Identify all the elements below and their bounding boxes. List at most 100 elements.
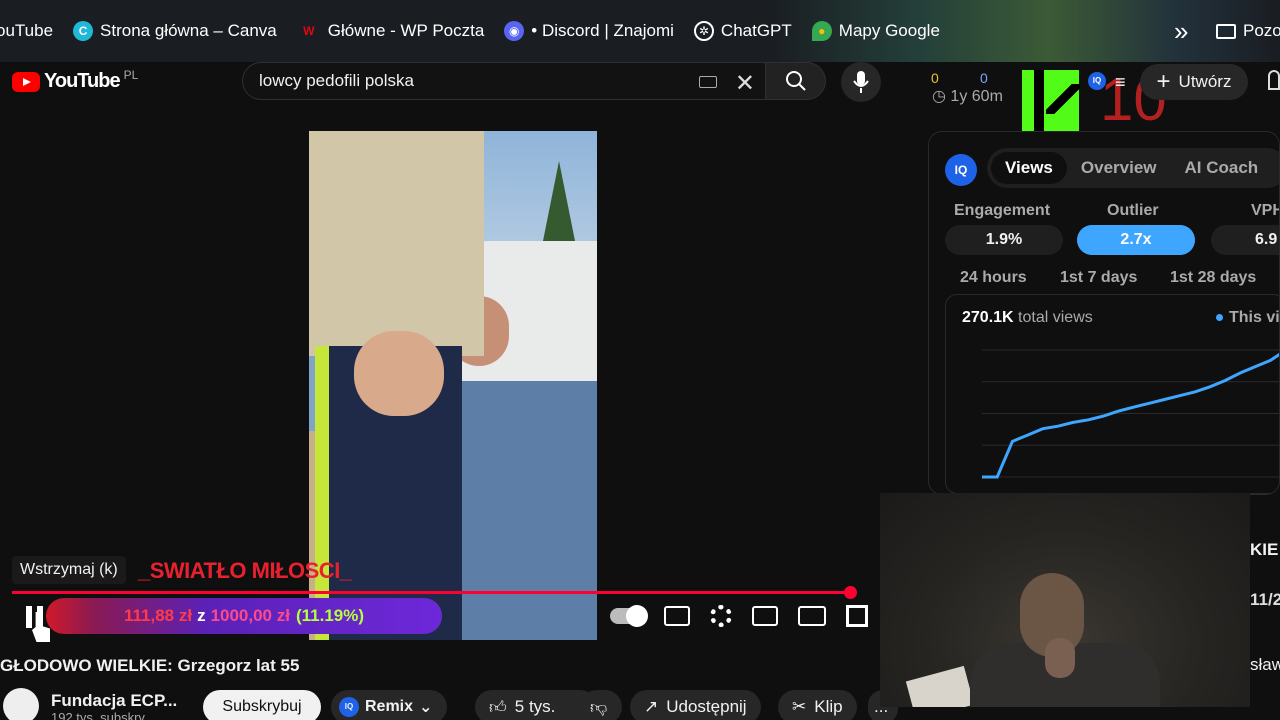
subscriber-count: 192 tys. subskry [51, 710, 145, 720]
voice-search-button[interactable] [841, 62, 881, 102]
bookmark-google-maps[interactable]: ● Mapy Google [811, 21, 940, 41]
metric-label-outlier: Outlier [1107, 202, 1159, 219]
scrubber-handle[interactable] [844, 586, 857, 599]
maps-pin-icon: ● [811, 21, 832, 41]
folder-icon [1216, 23, 1236, 39]
bookmarks-overflow-button[interactable]: » [1174, 16, 1188, 47]
share-label: Udostępnij [666, 697, 747, 716]
pause-tooltip: Wstrzymaj (k) [12, 556, 126, 584]
metric-outlier: 2.7x [1077, 225, 1195, 255]
bookmark-discord[interactable]: ◉ • Discord | Znajomi [504, 21, 674, 41]
search-icon [785, 71, 806, 91]
like-count: 5 tys. [514, 697, 556, 716]
bookmark-label: Strona główna – Canva [100, 21, 277, 40]
range-28d[interactable]: 1st 28 days [1170, 269, 1256, 287]
bookmark-label: Główne - WP Poczta [327, 21, 485, 40]
miniplayer-icon[interactable] [752, 606, 778, 626]
range-24h[interactable]: 24 hours [960, 269, 1027, 287]
share-icon: ↗ [644, 697, 659, 716]
chatgpt-icon: ✲ [693, 21, 714, 41]
stat-right-value: 0 [980, 70, 988, 86]
donation-separator: z [197, 606, 206, 625]
chevron-double-right-icon: » [1174, 15, 1189, 46]
tab-views[interactable]: Views [991, 152, 1067, 184]
channel-name[interactable]: Fundacja ECP... [51, 691, 177, 711]
dislike-button[interactable]: 👎︎ [580, 690, 622, 720]
views-chart: 270.1K total views This vi [945, 294, 1279, 494]
bookmark-wp-poczta[interactable]: W Główne - WP Poczta [297, 21, 485, 41]
theater-mode-icon[interactable] [798, 606, 826, 626]
autoplay-toggle[interactable] [610, 605, 648, 627]
bookmark-label: Mapy Google [838, 21, 940, 40]
clip-label: Klip [814, 697, 843, 716]
like-button[interactable]: 👍︎ 5 tys. [475, 690, 597, 720]
donation-amount: 111,88 zł [123, 606, 193, 625]
clear-icon[interactable]: ✕ [735, 69, 755, 98]
views-line-chart [982, 349, 1279, 479]
webcam-overlay [880, 493, 1250, 707]
subtitles-icon[interactable] [664, 606, 690, 626]
stat-time: 1y 60m [950, 88, 1003, 105]
sidebar-text-c: sław [1250, 655, 1280, 674]
handcuffs [354, 331, 444, 416]
clip-button[interactable]: ✂ Klip [778, 690, 857, 720]
bookmark-canva[interactable]: C Strona główna – Canva [73, 21, 277, 41]
canva-icon: C [73, 21, 94, 41]
remix-button[interactable]: IQ Remix ⌄ [331, 690, 447, 720]
overlay-title: _SWIATŁO MIŁOSCI_ [138, 558, 352, 583]
range-7d[interactable]: 1st 7 days [1060, 269, 1137, 287]
tab-ai-coach[interactable]: AI Coach [1171, 152, 1273, 184]
bookmarks-bar: ouTube C Strona główna – Canva W Główne … [0, 0, 1280, 62]
stat-left-value: 0 [931, 70, 939, 86]
progress-bar[interactable] [12, 591, 850, 594]
share-button[interactable]: ↗ Udostępnij [630, 690, 761, 720]
thumbs-up-icon: 👍︎ [489, 697, 507, 717]
video-title: GŁODOWO WIELKIE: Grzegorz lat 55 [0, 656, 300, 675]
keyboard-icon[interactable] [699, 76, 717, 88]
channel-avatar[interactable] [3, 688, 39, 720]
scissors-icon: ✂ [792, 697, 807, 716]
thumbs-down-icon: 👎︎ [590, 697, 608, 717]
settings-gear-icon[interactable] [710, 605, 732, 627]
vidiq-panel: IQ Views Overview AI Coach Engagement Ou… [928, 131, 1280, 495]
bookmark-chatgpt[interactable]: ✲ ChatGPT [693, 21, 792, 41]
kick-logo [1022, 70, 1080, 134]
bookmark-label: Pozo [1243, 21, 1280, 40]
chevron-down-icon: ⌄ [419, 699, 433, 716]
notifications-icon[interactable] [1268, 70, 1280, 90]
vidiq-icon: IQ [339, 697, 359, 717]
search-input[interactable]: lowcy pedofili polska ✕ [242, 62, 766, 100]
tab-overview[interactable]: Overview [1067, 152, 1171, 184]
bookmark-label: ChatGPT [720, 21, 792, 40]
stream-stats: 0 0 ◷ 1y 60m [928, 66, 1018, 106]
video-frame[interactable] [309, 131, 597, 640]
clock-icon: ◷ [932, 88, 946, 105]
sidebar-text-a: KIE: [1250, 540, 1280, 559]
subscribe-button[interactable]: Subskrybuj [203, 690, 321, 720]
wp-icon: W [303, 24, 315, 38]
remix-label: Remix [365, 698, 414, 715]
channel-row: Fundacja ECP... 192 tys. subskry Subskry… [0, 688, 900, 720]
metric-label-engagement: Engagement [954, 202, 1051, 219]
bookmark-label: • Discord | Znajomi [531, 21, 674, 40]
bookmark-folder[interactable]: Pozo [1216, 21, 1280, 41]
header-right: 0 0 ◷ 1y 60m 10 IQ ≡ + Utwórz [928, 62, 1280, 134]
donation-percent: (11.19%) [295, 606, 365, 625]
youtube-logo[interactable]: YouTube PL [12, 68, 138, 93]
logo-text: YouTube [44, 70, 121, 92]
search-query: lowcy pedofili polska [259, 71, 414, 90]
youtube-header: YouTube PL lowcy pedofili polska ✕ [0, 62, 928, 104]
discord-icon: ◉ [504, 21, 525, 41]
create-label: Utwórz [1178, 72, 1232, 91]
donation-goal-bar: 111,88 zł z 1000,00 zł (11.19%) [46, 598, 442, 634]
youtube-play-icon [12, 71, 40, 92]
menu-icon[interactable]: ≡ [1115, 72, 1126, 93]
fullscreen-icon[interactable] [846, 605, 868, 627]
vidiq-icon[interactable]: IQ [1088, 72, 1106, 90]
create-button[interactable]: + Utwórz [1140, 64, 1248, 100]
sidebar-text-b: 11/2 [1250, 590, 1280, 609]
metric-label-vph: VPH [1251, 202, 1279, 219]
search-button[interactable] [766, 62, 826, 100]
bookmark-youtube[interactable]: ouTube [0, 21, 53, 41]
metric-engagement: 1.9% [945, 225, 1063, 255]
